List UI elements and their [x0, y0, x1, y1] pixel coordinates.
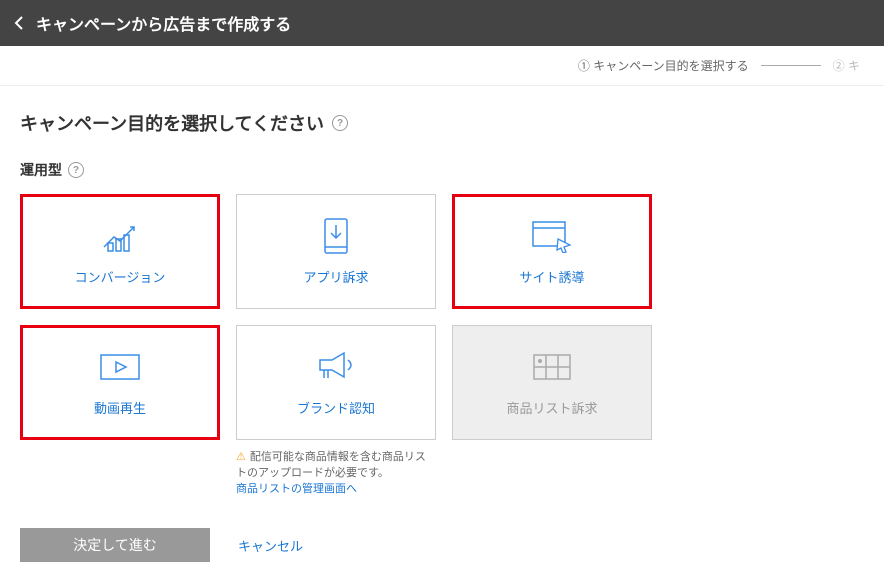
- brand-icon: [314, 348, 358, 386]
- objective-card-brand[interactable]: ブランド認知: [236, 325, 436, 440]
- card-label: 動画再生: [94, 398, 146, 417]
- step-1-num: ①: [578, 59, 590, 73]
- product-list-icon: [531, 348, 573, 386]
- cancel-button[interactable]: キャンセル: [238, 536, 303, 555]
- step-2: ② キ: [833, 57, 860, 74]
- step-1: ① キャンペーン目的を選択する: [578, 57, 749, 74]
- page-title: キャンペーンから広告まで作成する: [36, 11, 291, 35]
- card-label: ブランド認知: [297, 398, 375, 417]
- video-icon: [98, 348, 142, 386]
- product-list-note: ⚠配信可能な商品情報を含む商品リストのアップロードが必要です。 商品リストの管理…: [236, 448, 436, 496]
- objective-card-video[interactable]: 動画再生: [20, 325, 220, 440]
- card-label: サイト誘導: [519, 267, 584, 286]
- objective-card-product-list: 商品リスト訴求: [452, 325, 652, 440]
- help-icon[interactable]: ?: [332, 115, 348, 131]
- product-list-link[interactable]: 商品リストの管理画面へ: [236, 483, 357, 495]
- warning-icon: ⚠: [236, 451, 246, 463]
- step-1-label: キャンペーン目的を選択する: [593, 59, 748, 73]
- site-icon: [530, 217, 574, 255]
- step-2-label: キ: [848, 59, 860, 73]
- page-header: キャンペーンから広告まで作成する: [0, 0, 884, 46]
- stepper: ① キャンペーン目的を選択する ② キ: [0, 46, 884, 86]
- objective-card-site[interactable]: サイト誘導: [452, 194, 652, 309]
- stepper-divider: [761, 65, 821, 66]
- section-title: キャンペーン目的を選択してください ?: [20, 110, 864, 136]
- back-icon[interactable]: [14, 15, 24, 31]
- help-icon[interactable]: ?: [68, 162, 84, 178]
- card-label: アプリ訴求: [303, 267, 368, 286]
- card-label: 商品リスト訴求: [506, 398, 597, 417]
- objective-card-conversion[interactable]: コンバージョン: [20, 194, 220, 309]
- conversion-icon: [100, 217, 140, 255]
- subhead: 運用型 ?: [20, 160, 864, 180]
- app-icon: [321, 217, 351, 255]
- step-2-num: ②: [833, 59, 845, 73]
- card-label: コンバージョン: [75, 267, 166, 286]
- objective-card-app[interactable]: アプリ訴求: [236, 194, 436, 309]
